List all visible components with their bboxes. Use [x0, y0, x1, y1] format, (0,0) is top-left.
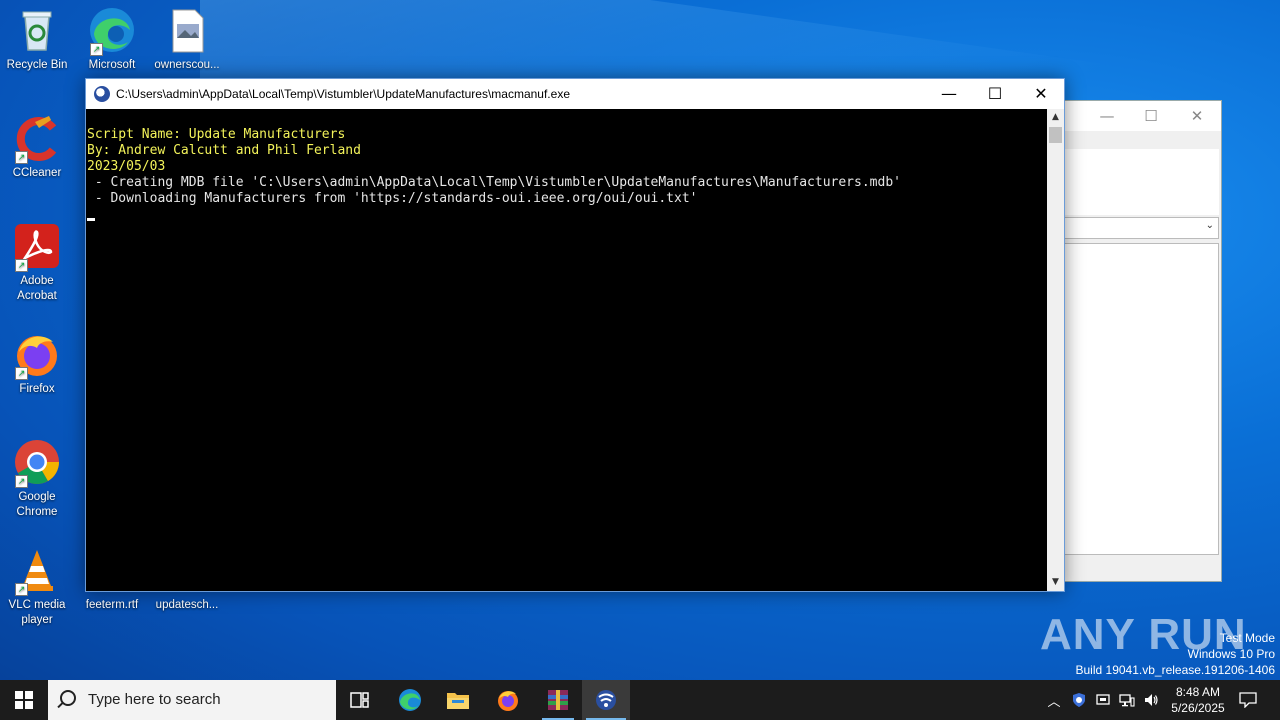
desktop-icon-ownerscou[interactable]: ownerscou... — [150, 6, 224, 73]
desktop-icon-label: Adobe Acrobat — [17, 275, 57, 302]
maximize-button[interactable]: ☐ — [972, 79, 1018, 109]
desktop-icon-label: Google Chrome — [16, 491, 58, 518]
task-view-icon — [350, 692, 369, 708]
start-button[interactable] — [0, 680, 48, 720]
scroll-down-icon[interactable]: ▼ — [1047, 574, 1064, 591]
folder-icon — [447, 693, 469, 709]
tray-volume[interactable] — [1140, 680, 1162, 720]
close-button[interactable]: ✕ — [1018, 79, 1064, 109]
shortcut-arrow-icon: ↗ — [15, 583, 28, 596]
winrar-icon — [548, 690, 568, 710]
desktop-icon-label: VLC media player — [8, 599, 66, 626]
taskbar: Type here to search ︿ 8:48 AM 5/26/2025 — [0, 680, 1280, 720]
text-cursor — [87, 218, 95, 221]
console-line: By: Andrew Calcutt and Phil Ferland — [87, 143, 361, 158]
speaker-icon — [1145, 694, 1158, 706]
background-window-dropdown[interactable]: ⌄ — [1063, 217, 1219, 239]
console-line: - Creating MDB file 'C:\Users\admin\AppD… — [87, 175, 901, 190]
ccleaner-icon: ↗ — [13, 114, 61, 164]
build-label: Build 19041.vb_release.191206-1406 — [1075, 663, 1276, 677]
console-window[interactable]: C:\Users\admin\AppData\Local\Temp\Vistum… — [85, 78, 1065, 592]
vistumbler-icon — [596, 690, 616, 710]
taskbar-firefox[interactable] — [484, 680, 532, 720]
clock-time: 8:48 AM — [1175, 685, 1221, 699]
maximize-icon[interactable]: ☐ — [1131, 105, 1171, 127]
background-window-panel — [1063, 149, 1219, 215]
image-file-icon — [163, 6, 211, 54]
minimize-icon[interactable]: — — [1087, 105, 1127, 127]
desktop-icon-label: Recycle Bin — [6, 59, 68, 71]
tray-network[interactable] — [1116, 680, 1138, 720]
recycle-bin-icon — [13, 6, 61, 54]
desktop-icon-adobe-acrobat[interactable]: ↗ Adobe Acrobat — [0, 222, 74, 304]
search-placeholder: Type here to search — [88, 691, 221, 708]
taskbar-file-explorer[interactable] — [434, 680, 482, 720]
os-label: Windows 10 Pro — [1187, 647, 1275, 661]
shortcut-arrow-icon: ↗ — [15, 367, 28, 380]
firefox-icon: ↗ — [13, 330, 61, 380]
desktop-icon-ccleaner[interactable]: ↗ CCleaner — [0, 114, 74, 181]
desktop-icon-label: Firefox — [19, 383, 55, 395]
taskbar-vistumbler[interactable] — [582, 680, 630, 720]
tray-defender[interactable] — [1068, 680, 1090, 720]
scroll-up-icon[interactable]: ▲ — [1047, 109, 1064, 126]
tray-app[interactable] — [1092, 680, 1114, 720]
task-view-button[interactable] — [336, 680, 384, 720]
search-icon — [60, 690, 76, 706]
taskbar-winrar[interactable] — [534, 680, 582, 720]
shortcut-arrow-icon: ↗ — [15, 259, 28, 272]
console-line: 2023/05/03 — [87, 159, 166, 174]
minimize-button[interactable]: — — [926, 79, 972, 109]
vlc-icon: ↗ — [13, 546, 61, 596]
clock-date: 5/26/2025 — [1171, 701, 1225, 715]
system-info: Test Mode Windows 10 Pro Build 19041.vb_… — [1076, 630, 1276, 678]
network-icon — [1119, 694, 1135, 707]
scrollbar-thumb[interactable] — [1049, 127, 1062, 143]
chrome-icon: ↗ — [13, 438, 61, 488]
background-window-titlebar[interactable]: — ☐ ✕ — [1041, 101, 1221, 131]
chevron-down-icon: ⌄ — [1205, 220, 1214, 231]
desktop-icon-label: updatesch... — [155, 599, 219, 611]
firefox-icon — [498, 691, 518, 711]
desktop-icon-google-chrome[interactable]: ↗ Google Chrome — [0, 438, 74, 520]
desktop-icon-vlc[interactable]: ↗ VLC media player — [0, 546, 74, 628]
test-mode-label: Test Mode — [1219, 631, 1275, 645]
taskbar-clock[interactable]: 8:48 AM 5/26/2025 — [1160, 684, 1236, 716]
vertical-scrollbar[interactable]: ▲ ▼ — [1047, 109, 1064, 591]
shortcut-arrow-icon: ↗ — [15, 475, 28, 488]
desktop-icon-label: ownerscou... — [154, 59, 220, 71]
desktop-icon-label: CCleaner — [12, 167, 62, 179]
background-window-list[interactable] — [1063, 243, 1219, 555]
edge-icon — [399, 689, 421, 711]
desktop-icon-label: Microsoft Edge — [88, 59, 136, 71]
console-output[interactable]: Script Name: Update Manufacturers By: And… — [86, 109, 1047, 591]
chevron-up-icon: ︿ — [1047, 694, 1061, 710]
taskbar-search[interactable]: Type here to search — [48, 680, 336, 720]
console-titlebar[interactable]: C:\Users\admin\AppData\Local\Temp\Vistum… — [86, 79, 1064, 109]
console-line: Script Name: Update Manufacturers — [87, 127, 346, 142]
desktop-icon-firefox[interactable]: ↗ Firefox — [0, 330, 74, 397]
console-title: C:\Users\admin\AppData\Local\Temp\Vistum… — [116, 87, 570, 101]
background-window[interactable]: — ☐ ✕ ⌄ — [1040, 100, 1222, 582]
action-center-button[interactable] — [1236, 680, 1260, 720]
show-hidden-icons-button[interactable]: ︿ — [1044, 680, 1064, 720]
shortcut-arrow-icon: ↗ — [15, 151, 28, 164]
device-icon — [1096, 694, 1110, 705]
edge-icon: ↗ — [88, 6, 136, 56]
app-icon — [94, 86, 110, 102]
desktop-icon-label: feeterm.rtf — [85, 599, 139, 611]
desktop-icon-edge[interactable]: ↗ Microsoft Edge — [75, 6, 149, 73]
shield-icon — [1073, 693, 1085, 707]
taskbar-edge[interactable] — [386, 680, 434, 720]
close-icon[interactable]: ✕ — [1177, 105, 1217, 127]
desktop-icon-recycle-bin[interactable]: Recycle Bin — [0, 6, 74, 73]
shortcut-arrow-icon: ↗ — [90, 43, 103, 56]
background-window-statusbar — [1063, 559, 1219, 579]
console-line: - Downloading Manufacturers from 'https:… — [87, 191, 698, 206]
windows-logo-icon — [15, 691, 33, 709]
acrobat-icon: ↗ — [13, 222, 61, 272]
notification-icon — [1239, 692, 1257, 708]
